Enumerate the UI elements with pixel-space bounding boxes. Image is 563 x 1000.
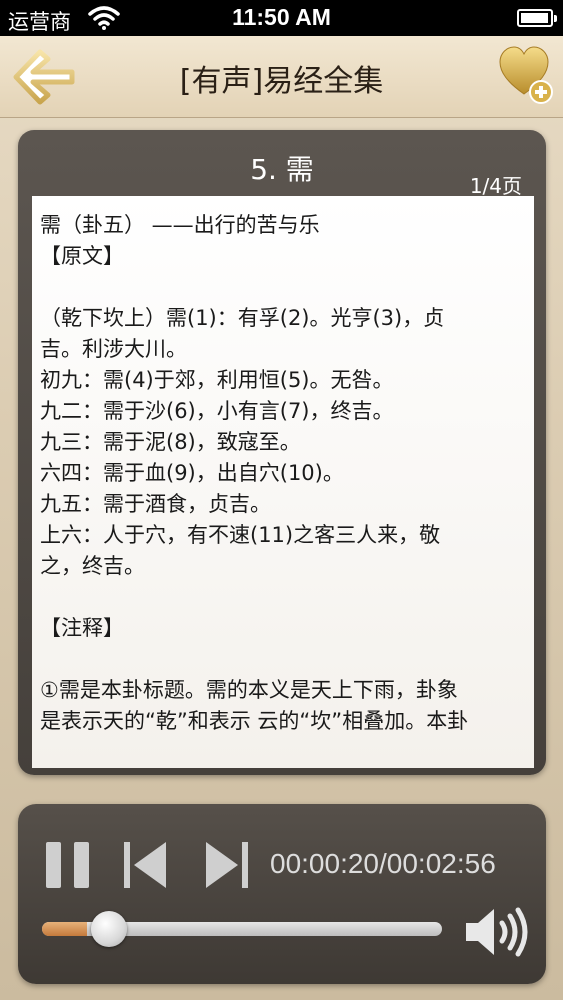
arrow-left-icon	[13, 49, 75, 105]
text-line: 之，终吉。	[40, 554, 145, 578]
text-line: 上六：人于穴，有不速(11)之客三人来，敬	[40, 523, 441, 547]
progress-thumb[interactable]	[91, 911, 128, 947]
text-line: 六四：需于血(9)，出自穴(10)。	[40, 461, 344, 485]
time-display: 00:00:20/00:02:56	[270, 848, 496, 879]
text-line: 【注释】	[40, 616, 124, 640]
page-title: [有声]易经全集	[179, 64, 384, 99]
status-time: 11:50 AM	[232, 4, 331, 30]
nav-bar: [有声]易经全集	[0, 36, 563, 118]
heart-add-icon	[499, 46, 553, 104]
text-line: 是表示天的“乾”和表示 云的“坎”相叠加。本卦	[40, 709, 469, 733]
reader-card: 5. 需 1/4页 需（卦五） ——出行的苦与乐 【原文】 （乾下坎上）需(1)：有…	[18, 130, 546, 775]
text-line: 九三：需于泥(8)，致寇至。	[40, 430, 301, 454]
battery-level	[521, 13, 548, 23]
text-line: 需（卦五） ——出行的苦与乐	[40, 213, 320, 237]
back-button[interactable]	[10, 44, 78, 110]
text-line: 九二：需于沙(6)，小有言(7)，终吉。	[40, 399, 394, 423]
text-line	[40, 644, 526, 675]
text-line	[40, 272, 526, 303]
page-indicator: 1/4页	[469, 174, 522, 198]
text-line: 【原文】	[40, 244, 124, 268]
add-favorite-button[interactable]	[497, 44, 555, 106]
next-button[interactable]	[202, 840, 250, 890]
volume-button[interactable]	[464, 906, 530, 958]
skip-previous-icon	[124, 842, 166, 888]
chapter-title: 5. 需	[250, 153, 314, 186]
speaker-volume-icon	[466, 907, 528, 957]
battery-icon	[517, 9, 557, 27]
status-bar: 运营商 11:50 AM	[0, 0, 563, 36]
progress-slider[interactable]	[42, 911, 442, 947]
text-panel[interactable]: 需（卦五） ——出行的苦与乐 【原文】 （乾下坎上）需(1)：有孚(2)。光亨(3)…	[32, 196, 534, 768]
text-line: （乾下坎上）需(1)：有孚(2)。光亨(3)，贞	[40, 306, 445, 330]
text-line: 吉。利涉大川。	[40, 337, 187, 361]
pause-icon	[46, 842, 89, 888]
text-line: 九五：需于酒食，贞吉。	[40, 492, 271, 516]
audio-player: 00:00:20/00:02:56	[18, 804, 546, 984]
text-content: 需（卦五） ——出行的苦与乐 【原文】 （乾下坎上）需(1)：有孚(2)。光亨(3)…	[40, 210, 526, 737]
previous-button[interactable]	[122, 840, 170, 890]
skip-next-icon	[206, 842, 248, 888]
progress-fill	[42, 922, 88, 936]
text-line	[40, 582, 526, 613]
pause-button[interactable]	[44, 840, 92, 890]
text-line: 初九：需(4)于郊，利用恒(5)。无咎。	[40, 368, 394, 392]
text-line: ①需是本卦标题。需的本义是天上下雨，卦象	[40, 678, 458, 702]
